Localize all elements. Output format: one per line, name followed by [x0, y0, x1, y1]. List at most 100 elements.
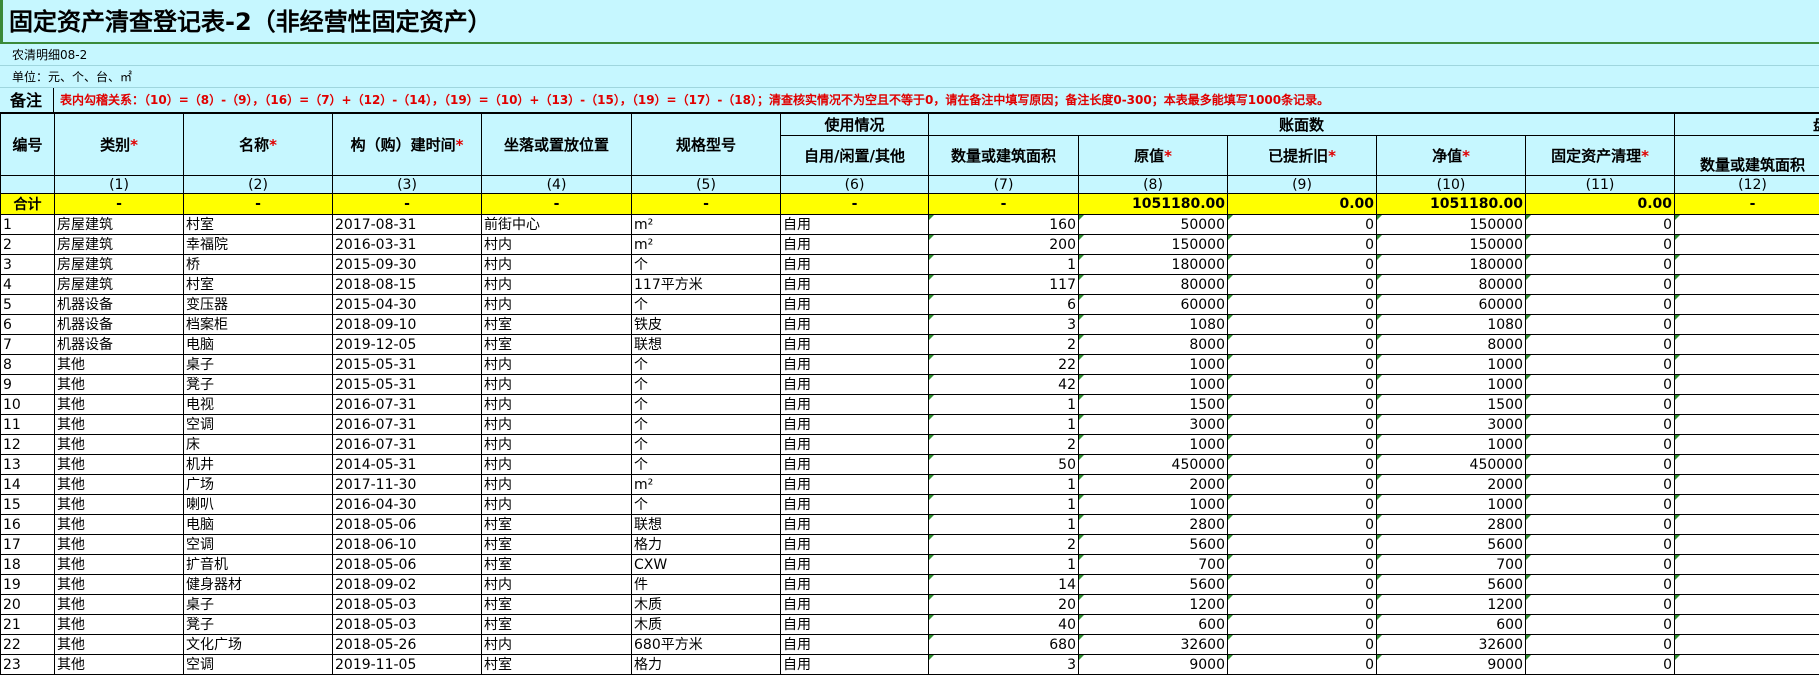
cell-category[interactable]: 房屋建筑 [54, 274, 184, 295]
cell-qty-area[interactable]: 3 [928, 314, 1079, 335]
cell-cleanup[interactable]: 0 [1524, 274, 1676, 295]
cell-original[interactable]: 50000 [1078, 214, 1228, 235]
cell-cleanup[interactable]: 0 [1524, 634, 1676, 655]
cell-build-time[interactable]: 2018-06-10 [332, 534, 482, 555]
total-dash[interactable]: - [183, 193, 333, 215]
cell-cleanup[interactable]: 0 [1524, 654, 1676, 675]
cell-location[interactable]: 村室 [481, 514, 632, 535]
cell-usage[interactable]: 自用 [780, 274, 929, 295]
cell-spec[interactable]: 个 [631, 254, 781, 275]
cell-name[interactable]: 档案柜 [183, 314, 333, 335]
cell-usage[interactable]: 自用 [780, 414, 929, 435]
cell-net[interactable]: 1000 [1376, 434, 1526, 455]
cell-net[interactable]: 80000 [1376, 274, 1526, 295]
cell-no[interactable]: 11 [0, 414, 55, 435]
cell-original[interactable]: 2000 [1078, 474, 1228, 495]
cell-build-time[interactable]: 2018-05-26 [332, 634, 482, 655]
cell-usage[interactable]: 自用 [780, 454, 929, 475]
cell-cleanup[interactable]: 0 [1524, 414, 1676, 435]
cell-inventory-qty[interactable]: 0 [1674, 354, 1819, 375]
cell-usage[interactable]: 自用 [780, 494, 929, 515]
cell-qty-area[interactable]: 14 [928, 574, 1079, 595]
cell-qty-area[interactable]: 1 [928, 474, 1079, 495]
cell-name[interactable]: 广场 [183, 474, 333, 495]
cell-original[interactable]: 180000 [1078, 254, 1228, 275]
total-dash[interactable]: - [928, 193, 1079, 215]
cell-original[interactable]: 450000 [1078, 454, 1228, 475]
cell-cleanup[interactable]: 0 [1524, 514, 1676, 535]
cell-name[interactable]: 桥 [183, 254, 333, 275]
cell-net[interactable]: 8000 [1376, 334, 1526, 355]
cell-build-time[interactable]: 2016-07-31 [332, 434, 482, 455]
index-cell[interactable]: (2) [183, 175, 333, 194]
cell-qty-area[interactable]: 6 [928, 294, 1079, 315]
cell-original[interactable]: 32600 [1078, 634, 1228, 655]
cell-net[interactable]: 700 [1376, 554, 1526, 575]
cell-location[interactable]: 村室 [481, 654, 632, 675]
cell-spec[interactable]: m² [631, 214, 781, 235]
cell-net[interactable]: 1080 [1376, 314, 1526, 335]
cell-category[interactable]: 其他 [54, 574, 184, 595]
cell-name[interactable]: 电视 [183, 394, 333, 415]
cell-original[interactable]: 3000 [1078, 414, 1228, 435]
cell-cleanup[interactable]: 0 [1524, 494, 1676, 515]
cell-build-time[interactable]: 2016-07-31 [332, 414, 482, 435]
cell-inventory-qty[interactable]: 0 [1674, 434, 1819, 455]
cell-location[interactable]: 村内 [481, 634, 632, 655]
cell-inventory-qty[interactable]: 0 [1674, 274, 1819, 295]
cell-inventory-qty[interactable]: 0 [1674, 394, 1819, 415]
cell-usage[interactable]: 自用 [780, 554, 929, 575]
cell-name[interactable]: 电脑 [183, 334, 333, 355]
cell-inventory-qty[interactable]: 0 [1674, 614, 1819, 635]
cell-depreciation[interactable]: 0 [1227, 394, 1377, 415]
cell-net[interactable]: 1000 [1376, 494, 1526, 515]
cell-no[interactable]: 22 [0, 634, 55, 655]
cell-category[interactable]: 其他 [54, 374, 184, 395]
cell-name[interactable]: 电脑 [183, 514, 333, 535]
cell-depreciation[interactable]: 0 [1227, 234, 1377, 255]
cell-name[interactable]: 文化广场 [183, 634, 333, 655]
header-inventory-group[interactable]: 盘 [1674, 113, 1819, 136]
cell-name[interactable]: 喇叭 [183, 494, 333, 515]
cell-original[interactable]: 1500 [1078, 394, 1228, 415]
cell-original[interactable]: 1200 [1078, 594, 1228, 615]
cell-spec[interactable]: 117平方米 [631, 274, 781, 295]
cell-qty-area[interactable]: 40 [928, 614, 1079, 635]
index-cell[interactable]: (12) [1674, 175, 1819, 194]
cell-inventory-qty[interactable]: 0 [1674, 454, 1819, 475]
cell-usage[interactable]: 自用 [780, 294, 929, 315]
cell-location[interactable]: 村室 [481, 554, 632, 575]
cell-original[interactable]: 1080 [1078, 314, 1228, 335]
cell-net[interactable]: 60000 [1376, 294, 1526, 315]
cell-no[interactable]: 18 [0, 554, 55, 575]
cell-net[interactable]: 5600 [1376, 574, 1526, 595]
cell-original[interactable]: 1000 [1078, 494, 1228, 515]
cell-depreciation[interactable]: 0 [1227, 434, 1377, 455]
cell-cleanup[interactable]: 0 [1524, 214, 1676, 235]
cell-location[interactable]: 村内 [481, 454, 632, 475]
cell-qty-area[interactable]: 680 [928, 634, 1079, 655]
cell-spec[interactable]: 联想 [631, 334, 781, 355]
cell-qty-area[interactable]: 1 [928, 254, 1079, 275]
cell-qty-area[interactable]: 50 [928, 454, 1079, 475]
cell-no[interactable]: 9 [0, 374, 55, 395]
cell-depreciation[interactable]: 0 [1227, 574, 1377, 595]
cell-usage[interactable]: 自用 [780, 254, 929, 275]
total-dash[interactable]: - [332, 193, 482, 215]
cell-inventory-qty[interactable]: 0 [1674, 314, 1819, 335]
cell-qty-area[interactable]: 2 [928, 434, 1079, 455]
cell-depreciation[interactable]: 0 [1227, 554, 1377, 575]
cell-category[interactable]: 其他 [54, 474, 184, 495]
cell-cleanup[interactable]: 0 [1524, 234, 1676, 255]
cell-qty-area[interactable]: 160 [928, 214, 1079, 235]
cell-name[interactable]: 桌子 [183, 354, 333, 375]
cell-original[interactable]: 60000 [1078, 294, 1228, 315]
cell-category[interactable]: 其他 [54, 454, 184, 475]
cell-location[interactable]: 村内 [481, 234, 632, 255]
cell-net[interactable]: 1000 [1376, 374, 1526, 395]
total-dash[interactable]: - [780, 193, 929, 215]
header-original[interactable]: 原值* [1078, 135, 1228, 176]
cell-original[interactable]: 2800 [1078, 514, 1228, 535]
cell-usage[interactable]: 自用 [780, 214, 929, 235]
total-dash[interactable]: - [54, 193, 184, 215]
